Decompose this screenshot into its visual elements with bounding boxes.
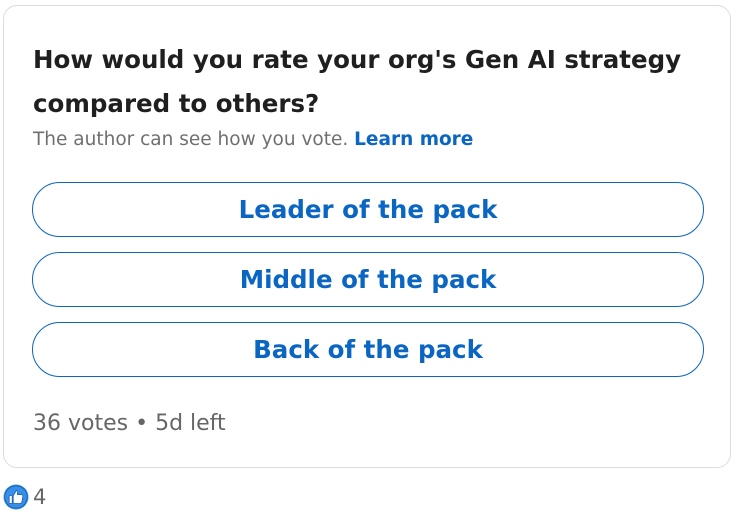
vote-visibility-text: The author can see how you vote. xyxy=(33,129,349,150)
meta-separator: • xyxy=(135,411,149,436)
poll-question: How would you rate your org's Gen AI str… xyxy=(33,45,682,118)
poll-card: How would you rate your org's Gen AI str… xyxy=(3,5,731,468)
reaction-count: 4 xyxy=(33,485,47,509)
like-icon xyxy=(3,484,29,510)
poll-option-back-of-the-pack[interactable]: Back of the pack xyxy=(32,322,704,377)
poll-meta: 36 votes • 5d left xyxy=(33,411,226,436)
reactions-summary[interactable]: 4 xyxy=(3,484,46,510)
poll-option-middle-of-the-pack[interactable]: Middle of the pack xyxy=(32,252,704,307)
poll-option-leader-of-the-pack[interactable]: Leader of the pack xyxy=(32,182,704,237)
time-left: 5d left xyxy=(155,411,226,436)
learn-more-link[interactable]: Learn more xyxy=(354,129,473,150)
vote-count: 36 votes xyxy=(33,411,129,436)
vote-visibility-note: The author can see how you vote. Learn m… xyxy=(33,129,473,150)
